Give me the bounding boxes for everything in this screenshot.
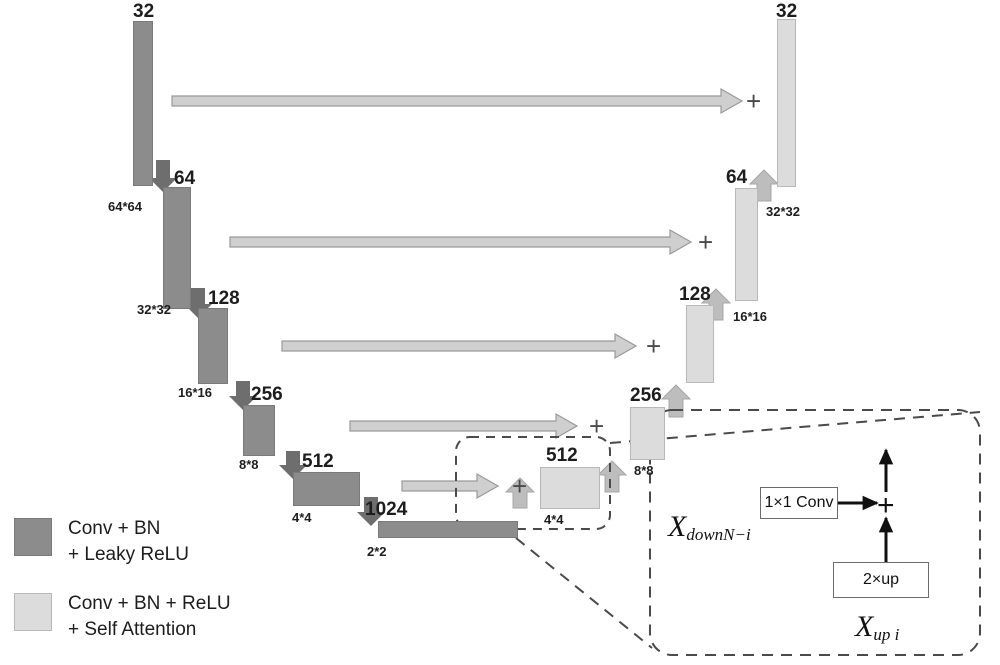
detail-plus: +: [877, 489, 895, 522]
formula-x-up-subscript: up i: [873, 625, 900, 645]
encoder-label-128-size: 16*16: [178, 385, 212, 400]
decoder-label-128-size: 16*16: [733, 309, 767, 324]
legend-text-decoder: Conv + BN + ReLU + Self Attention: [68, 591, 231, 642]
formula-x-down: XdownN−i: [668, 510, 751, 545]
upsample-arrow-3: [660, 384, 692, 418]
decoder-label-256-channels: 256: [630, 385, 662, 406]
encoder-label-512-channels: 512: [302, 451, 334, 472]
encoder-label-256-size: 8*8: [239, 457, 259, 472]
skip-plus-5: +: [512, 471, 528, 501]
encoder-label-64-channels: 64: [174, 168, 196, 189]
encoder-block-512: [293, 472, 360, 506]
skip-arrow-1: [171, 87, 744, 115]
legend-encoder-line1: Conv + BN: [68, 518, 161, 539]
upsample-arrow-2: [596, 460, 628, 493]
formula-x-up: Xup i: [855, 610, 900, 645]
decoder-block-128: [686, 305, 714, 383]
skip-arrow-5: [401, 472, 500, 500]
callout-connector-top: [609, 411, 981, 444]
architecture-diagram: 32 64*64 64 32*32 128 16*16 256 8*8 512 …: [0, 0, 1000, 665]
detail-conv-box: 1×1 Conv: [760, 487, 838, 519]
formula-x-down-subscript: downN−i: [686, 525, 751, 545]
decoder-label-512-channels: 512: [546, 445, 578, 466]
legend-encoder-line2: + Leaky ReLU: [68, 543, 189, 565]
skip-plus-3: +: [646, 331, 662, 361]
encoder-label-32-channels: 32: [133, 1, 155, 22]
encoder-block-64: [163, 187, 191, 309]
skip-arrow-3: [281, 332, 638, 360]
encoder-label-512-size: 4*4: [292, 510, 312, 525]
encoder-label-256-channels: 256: [251, 384, 283, 405]
skip-plus-4: +: [589, 411, 605, 441]
decoder-label-32-channels: 32: [776, 1, 798, 22]
formula-x-down-symbol: X: [668, 510, 687, 543]
decoder-label-512-size: 4*4: [544, 512, 564, 527]
decoder-label-256-size: 8*8: [634, 463, 654, 478]
detail-upsample-box: 2×up: [833, 562, 929, 598]
skip-arrow-2: [229, 228, 693, 256]
legend-decoder-line1: Conv + BN + ReLU: [68, 593, 231, 614]
decoder-block-32: [777, 19, 796, 187]
decoder-label-64-channels: 64: [726, 167, 748, 188]
skip-arrow-4: [349, 412, 579, 440]
decoder-label-64-size: 32*32: [766, 204, 800, 219]
encoder-block-1024: [378, 521, 518, 538]
encoder-label-1024-size: 2*2: [367, 544, 387, 559]
legend-swatch-decoder: [14, 593, 52, 631]
encoder-block-256: [243, 405, 275, 456]
legend-decoder-line2: + Self Attention: [68, 618, 197, 640]
encoder-block-128: [198, 308, 228, 384]
decoder-block-256: [630, 407, 665, 460]
decoder-block-512: [540, 467, 600, 509]
decoder-label-128-channels: 128: [679, 284, 711, 305]
decoder-block-64: [735, 188, 758, 301]
encoder-label-1024-channels: 1024: [365, 499, 408, 520]
encoder-label-32-size: 64*64: [108, 199, 142, 214]
callout-connector-bottom: [515, 537, 653, 649]
legend-swatch-encoder: [14, 518, 52, 556]
encoder-label-128-channels: 128: [208, 288, 240, 309]
skip-plus-2: +: [698, 227, 714, 257]
legend-text-encoder: Conv + BN + Leaky ReLU: [68, 516, 189, 567]
encoder-label-64-size: 32*32: [137, 302, 171, 317]
formula-x-up-symbol: X: [855, 610, 874, 643]
skip-plus-1: +: [746, 86, 762, 116]
encoder-block-32: [133, 21, 153, 186]
